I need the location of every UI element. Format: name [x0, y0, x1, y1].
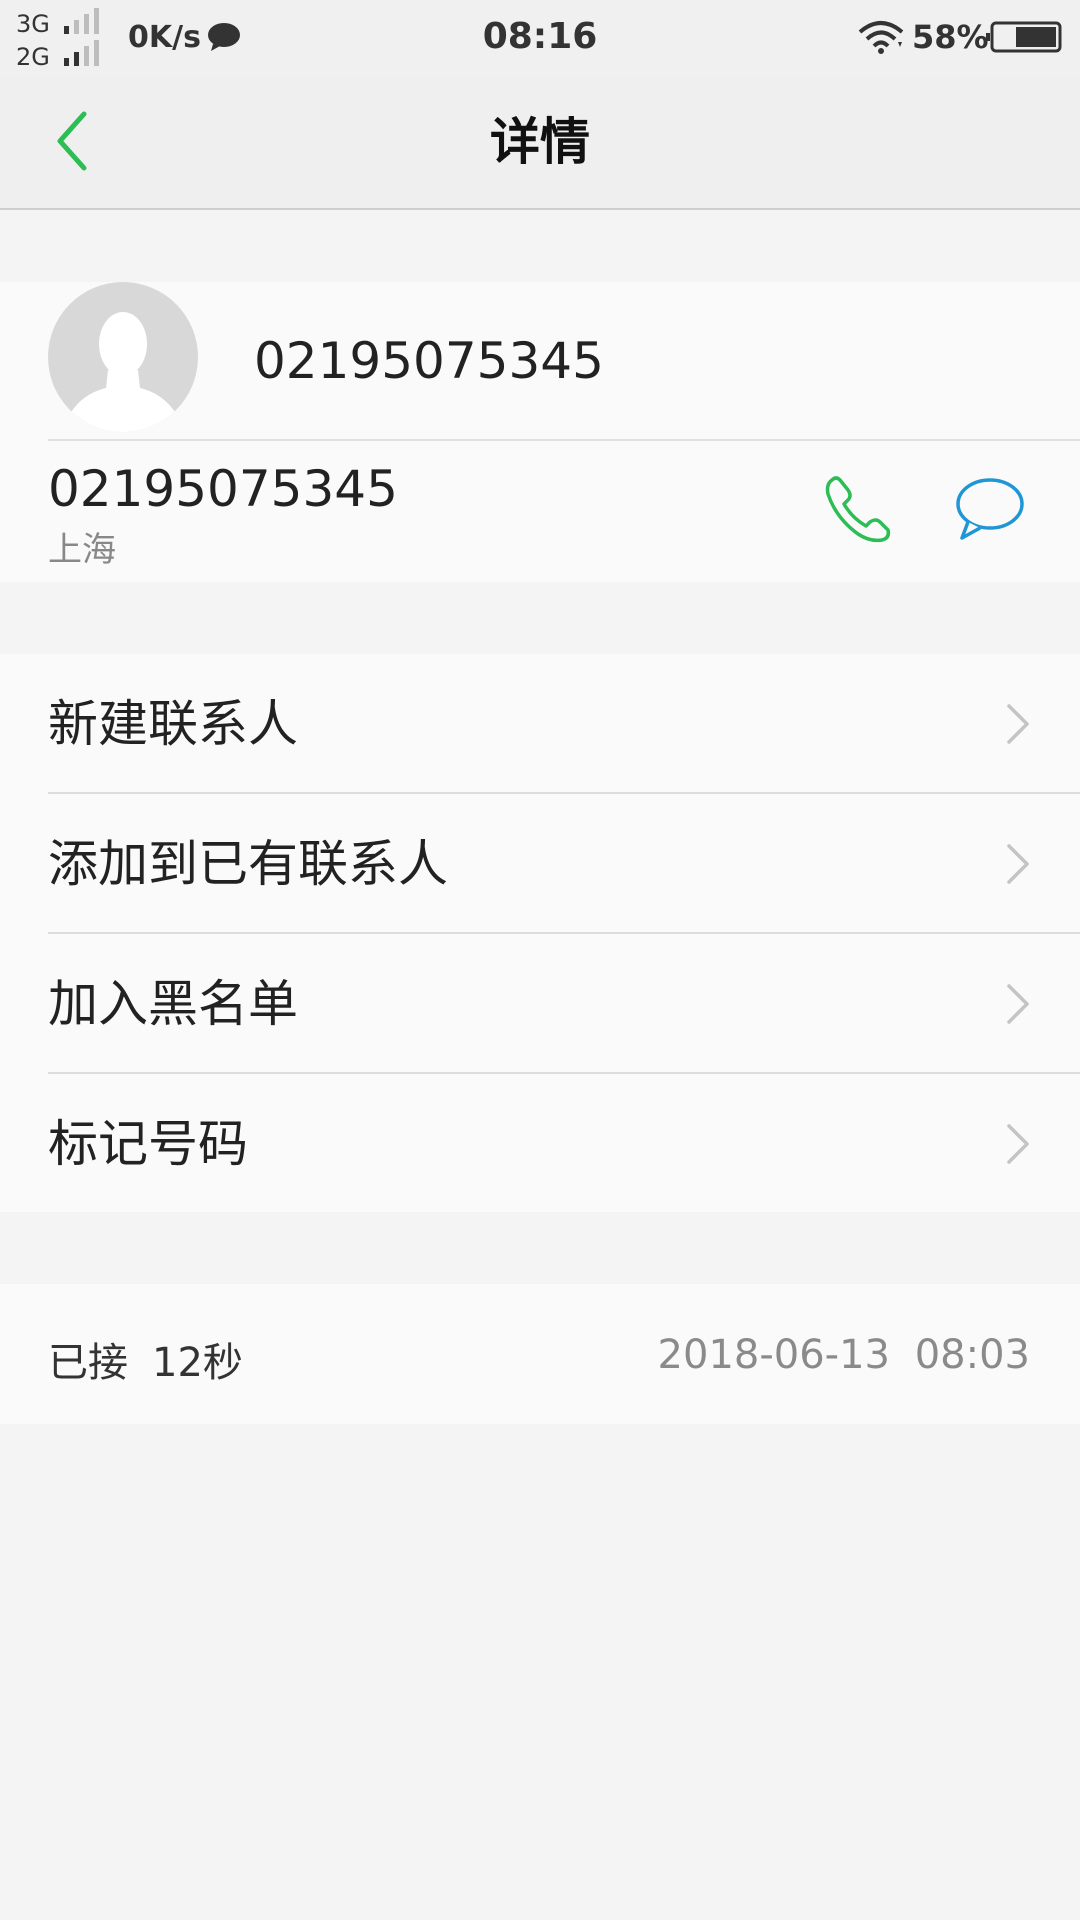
battery-percent: 58% [912, 18, 989, 56]
chevron-right-icon [1007, 1124, 1029, 1164]
phone-number[interactable]: 02195075345 [48, 460, 398, 518]
avatar [48, 282, 198, 432]
chevron-right-icon [1007, 844, 1029, 884]
action-label: 添加到已有联系人 [48, 835, 448, 893]
contact-card: 02195075345 02195075345 上海 [0, 282, 1080, 582]
action-label: 标记号码 [48, 1115, 248, 1173]
default-avatar-icon [62, 312, 184, 432]
call-datetime: 2018-06-13 08:03 [657, 1332, 1030, 1378]
wifi-icon [858, 21, 904, 54]
action-add-to-existing-contact[interactable]: 添加到已有联系人 [0, 794, 1080, 934]
page-title: 详情 [490, 113, 590, 171]
top-bar: 详情 [0, 76, 1080, 210]
action-add-to-blacklist[interactable]: 加入黑名单 [0, 934, 1080, 1074]
action-list: 新建联系人 添加到已有联系人 加入黑名单 标记号码 [0, 654, 1080, 1212]
divider [48, 439, 1080, 441]
battery-icon [986, 21, 1062, 53]
action-new-contact[interactable]: 新建联系人 [0, 654, 1080, 794]
call-log-entry: 已接 12秒 2018-06-13 08:03 [0, 1284, 1080, 1424]
call-status: 已接 [48, 1340, 128, 1386]
call-duration: 12秒 [152, 1340, 243, 1386]
action-mark-number[interactable]: 标记号码 [0, 1074, 1080, 1214]
action-label: 新建联系人 [48, 695, 298, 753]
status-bar: 3G 2G 0K/s 08:16 58% [0, 0, 1080, 76]
action-label: 加入黑名单 [48, 975, 298, 1033]
phone-location: 上海 [48, 530, 116, 570]
chevron-right-icon [1007, 704, 1029, 744]
chevron-right-icon [1007, 984, 1029, 1024]
contact-name: 02195075345 [254, 332, 604, 390]
message-button[interactable] [954, 476, 1026, 542]
call-button[interactable] [822, 474, 896, 546]
